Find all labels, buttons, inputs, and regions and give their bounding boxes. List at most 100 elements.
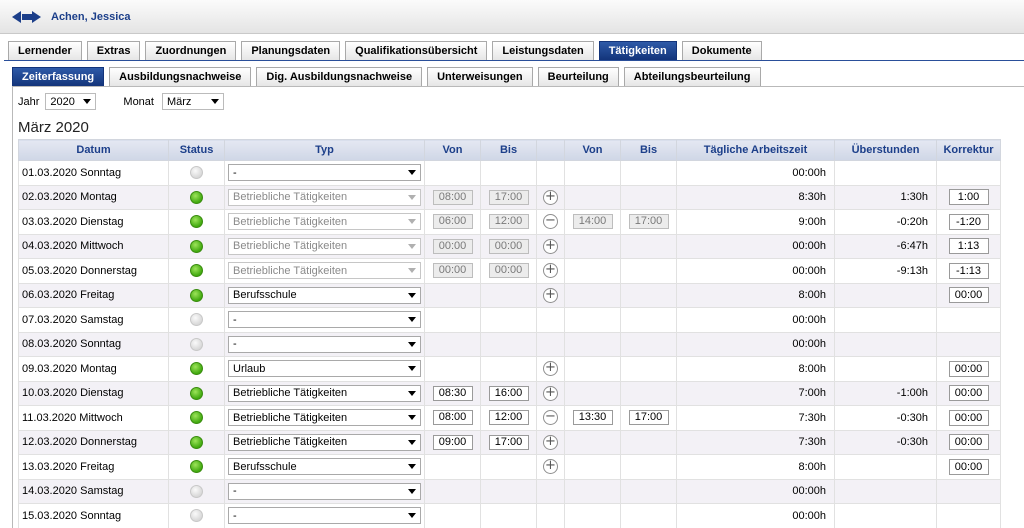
to2-time-input[interactable]: 17:00: [628, 410, 669, 426]
status-cell: [168, 184, 225, 210]
to-time-input[interactable]: 00:00: [488, 263, 529, 279]
remove-interval-icon[interactable]: −: [543, 214, 558, 230]
from-time-input[interactable]: 08:00: [432, 410, 473, 426]
type-select[interactable]: Betriebliche Tätigkeiten: [228, 384, 421, 402]
learner-name[interactable]: Achen, Jessica: [51, 11, 131, 23]
correction-input[interactable]: 00:00: [948, 434, 989, 451]
type-select[interactable]: -: [228, 164, 421, 182]
to-time-input[interactable]: 12:00: [488, 214, 529, 230]
correction-input[interactable]: -1:13: [948, 262, 989, 279]
to-time-input[interactable]: 16:00: [488, 385, 529, 401]
overtime-cell: [834, 307, 937, 333]
add-interval-icon[interactable]: +: [543, 361, 558, 377]
type-value: Betriebliche Tätigkeiten: [233, 387, 348, 400]
correction-input[interactable]: 00:00: [948, 409, 989, 426]
add-interval-icon[interactable]: +: [543, 263, 558, 279]
correction-input[interactable]: 00:00: [948, 287, 989, 304]
status-cell: [168, 356, 225, 382]
subtab-beurteilung[interactable]: Beurteilung: [537, 67, 619, 86]
month-select[interactable]: März: [161, 93, 224, 110]
remove-interval-icon[interactable]: −: [543, 410, 558, 426]
add-interval-icon[interactable]: +: [543, 238, 558, 254]
tab-extras[interactable]: Extras: [86, 41, 141, 60]
correction-input[interactable]: -1:20: [948, 213, 989, 230]
type-select[interactable]: Berufsschule: [228, 286, 421, 304]
add-interval-icon[interactable]: +: [543, 189, 558, 205]
type-select[interactable]: Betriebliche Tätigkeiten: [228, 237, 421, 255]
from-time-input[interactable]: 00:00: [432, 263, 473, 279]
subtab-abteilungsbeurteilung[interactable]: Abteilungsbeurteilung: [623, 67, 761, 86]
type-select[interactable]: Betriebliche Tätigkeiten: [228, 213, 421, 231]
from-time-input[interactable]: 06:00: [432, 214, 473, 230]
forward-arrow-icon[interactable]: [27, 10, 47, 23]
from2-time-input[interactable]: 13:30: [572, 410, 613, 426]
action-cell: [536, 160, 565, 186]
from-time-input[interactable]: 09:00: [432, 434, 473, 450]
type-cell: Berufsschule: [224, 454, 425, 480]
subtab-ausbildungsnachweise[interactable]: Ausbildungsnachweise: [109, 67, 252, 86]
correction-input[interactable]: 00:00: [948, 458, 989, 475]
add-interval-icon[interactable]: +: [543, 385, 558, 401]
column-header: Bis: [620, 139, 677, 161]
from-time-input[interactable]: 08:00: [432, 189, 473, 205]
subtab-unterweisungen[interactable]: Unterweisungen: [427, 67, 533, 86]
overtime-cell: -6:47h: [834, 233, 937, 259]
to-time-input[interactable]: 00:00: [488, 238, 529, 254]
from-time-input[interactable]: 00:00: [432, 238, 473, 254]
subtab-dig-ausbildungsnachweise[interactable]: Dig. Ausbildungsnachweise: [256, 67, 423, 86]
status-cell: [168, 405, 225, 431]
from-time-input[interactable]: 08:30: [432, 385, 473, 401]
overtime-cell: [834, 331, 937, 357]
tab-qualifikationsübersicht[interactable]: Qualifikationsübersicht: [345, 41, 488, 60]
type-select[interactable]: -: [228, 335, 421, 353]
type-select[interactable]: -: [228, 482, 421, 500]
year-select[interactable]: 2020: [45, 93, 97, 110]
column-header: Von: [424, 139, 481, 161]
type-select[interactable]: Urlaub: [228, 360, 421, 378]
status-indicator-icon: [190, 460, 203, 474]
to2-cell: [620, 233, 677, 259]
correction-input[interactable]: 1:00: [948, 189, 989, 206]
tab-dokumente[interactable]: Dokumente: [681, 41, 762, 60]
add-interval-icon[interactable]: +: [543, 287, 558, 303]
type-select[interactable]: Berufsschule: [228, 458, 421, 476]
to-time-input[interactable]: 12:00: [488, 410, 529, 426]
add-interval-icon[interactable]: +: [543, 459, 558, 475]
status-cell: [168, 503, 225, 528]
overtime-cell: 1:30h: [834, 184, 937, 210]
tab-zuordnungen[interactable]: Zuordnungen: [145, 41, 237, 60]
month-label: Monat: [123, 95, 154, 108]
add-interval-icon[interactable]: +: [543, 434, 558, 450]
daily-hours-cell: 00:00h: [676, 233, 835, 259]
tab-planungsdaten[interactable]: Planungsdaten: [241, 41, 341, 60]
type-select[interactable]: -: [228, 311, 421, 329]
from2-time-input[interactable]: 14:00: [572, 214, 613, 230]
column-header: Tägliche Arbeitszeit: [676, 139, 835, 161]
type-select[interactable]: Betriebliche Tätigkeiten: [228, 262, 421, 280]
type-cell: Urlaub: [224, 356, 425, 382]
date-cell: 11.03.2020 Mittwoch: [18, 405, 169, 431]
correction-input[interactable]: 00:00: [948, 385, 989, 402]
correction-cell: 1:00: [936, 184, 1001, 210]
tab-leistungsdaten[interactable]: Leistungsdaten: [492, 41, 594, 60]
tab-tätigkeiten[interactable]: Tätigkeiten: [598, 41, 677, 60]
tab-lernender[interactable]: Lernender: [8, 41, 82, 60]
to2-time-input[interactable]: 17:00: [628, 214, 669, 230]
correction-input[interactable]: 1:13: [948, 238, 989, 255]
table-row: 13.03.2020 Freitag Berufsschule +8:00h 00:0…: [18, 454, 1001, 480]
to-time-input[interactable]: 17:00: [488, 189, 529, 205]
type-select[interactable]: Betriebliche Tätigkeiten: [228, 409, 421, 427]
type-select[interactable]: Betriebliche Tätigkeiten: [228, 433, 421, 451]
type-select[interactable]: Betriebliche Tätigkeiten: [228, 188, 421, 206]
back-arrow-icon[interactable]: [12, 10, 27, 23]
from-cell: 08:30: [424, 380, 481, 406]
subtab-zeiterfassung[interactable]: Zeiterfassung: [12, 67, 105, 86]
type-select[interactable]: -: [228, 507, 421, 525]
to-time-input[interactable]: 17:00: [488, 434, 529, 450]
from-cell: [424, 454, 481, 480]
action-cell: +: [536, 233, 565, 259]
month-title: März 2020: [18, 119, 89, 136]
correction-input[interactable]: 00:00: [948, 360, 989, 377]
date-cell: 04.03.2020 Mittwoch: [18, 233, 169, 259]
action-cell: [536, 331, 565, 357]
